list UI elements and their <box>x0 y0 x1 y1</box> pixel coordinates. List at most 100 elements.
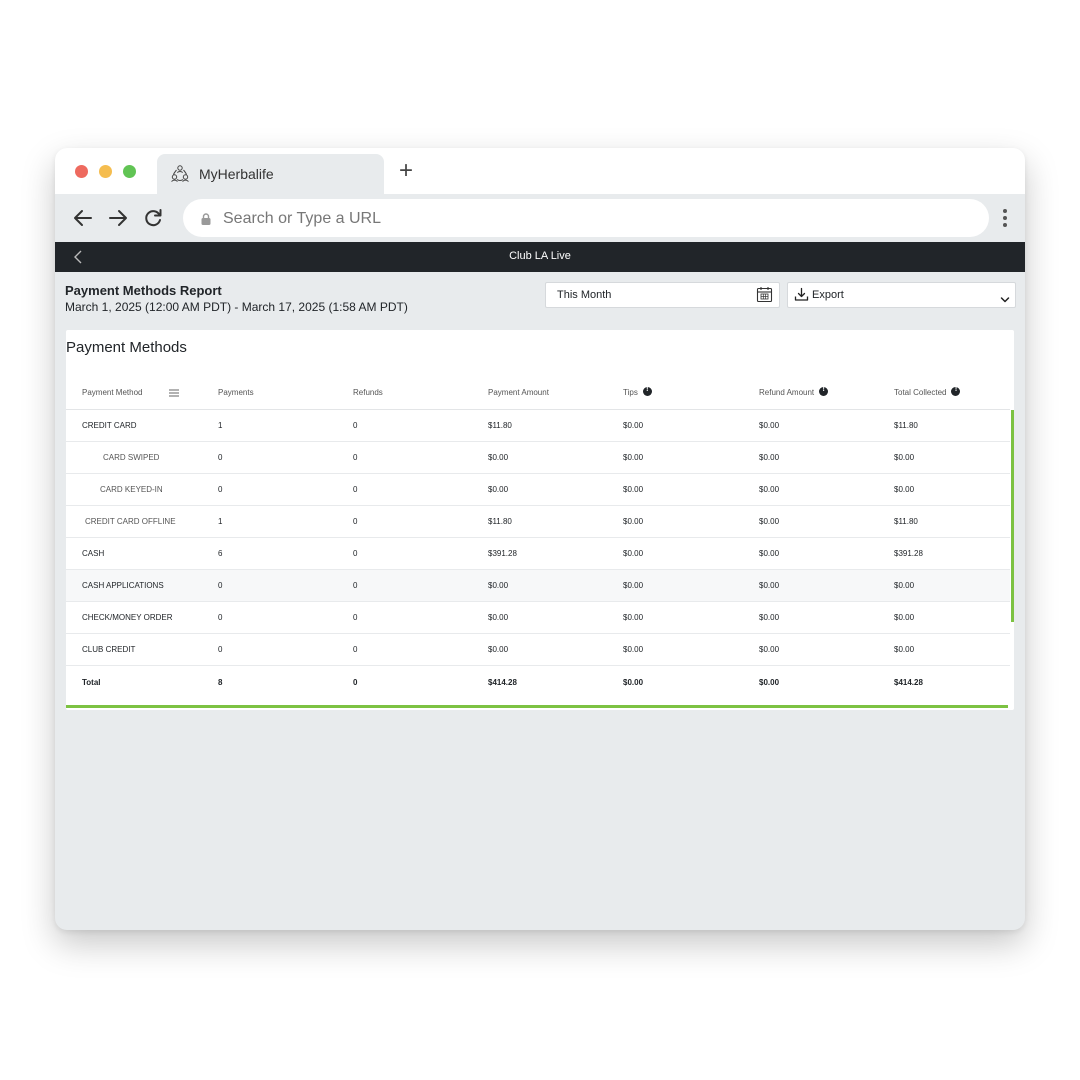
column-header-label: Payment Method <box>82 388 143 397</box>
column-header-payment-method[interactable]: Payment Method <box>66 376 218 410</box>
cell-payments: 0 <box>218 601 353 634</box>
forward-arrow-icon[interactable] <box>106 206 130 230</box>
cell-payment-amount: $11.80 <box>488 505 623 538</box>
table-row: CARD KEYED-IN 0 0 $0.00 $0.00 $0.00 $0.0… <box>66 473 1010 506</box>
payment-methods-table: Payment Method Payments Refunds Payment … <box>66 376 1010 699</box>
app-header: Club LA Live <box>55 242 1025 272</box>
table-row: CHECK/MONEY ORDER 0 0 $0.00 $0.00 $0.00 … <box>66 601 1010 634</box>
column-header-payments[interactable]: Payments <box>218 376 353 410</box>
cell-total: $0.00 <box>894 441 1010 474</box>
cell-method: CREDIT CARD OFFLINE <box>66 505 218 538</box>
browser-window: MyHerbalife + Club LA Live Payment Metho… <box>55 148 1025 930</box>
cell-refund-amount: $0.00 <box>759 569 894 602</box>
reload-icon[interactable] <box>141 206 165 230</box>
close-window-button[interactable] <box>75 165 88 178</box>
cell-payment-amount: $0.00 <box>488 601 623 634</box>
column-header-tips[interactable]: Tips <box>623 376 759 410</box>
calendar-icon[interactable] <box>756 286 773 303</box>
cell-total: $0.00 <box>894 633 1010 666</box>
cell-payment-amount: $11.80 <box>488 409 623 442</box>
export-label: Export <box>812 289 844 301</box>
browser-tab[interactable]: MyHerbalife <box>157 154 384 194</box>
info-icon[interactable] <box>951 386 961 397</box>
cell-method: CARD SWIPED <box>66 441 218 474</box>
column-header-label: Total Collected <box>894 387 947 397</box>
cell-total-tips: $0.00 <box>623 678 644 687</box>
cell-total-payments: 8 <box>218 678 223 687</box>
cell-refunds: 0 <box>353 601 488 634</box>
cell-refund-amount: $0.00 <box>759 505 894 538</box>
cell-payments: 0 <box>218 441 353 474</box>
period-select-value: This Month <box>557 289 612 301</box>
page-title: Payment Methods Report <box>65 283 222 298</box>
back-arrow-icon[interactable] <box>71 206 95 230</box>
column-header-total-collected[interactable]: Total Collected <box>894 376 1010 410</box>
cell-tips: $0.00 <box>623 537 759 570</box>
cell-refunds: 0 <box>353 569 488 602</box>
cell-payments: 0 <box>218 633 353 666</box>
cell-refunds: 0 <box>353 505 488 538</box>
table-row: CASH APPLICATIONS 0 0 $0.00 $0.00 $0.00 … <box>66 569 1010 602</box>
payment-methods-card: Payment Methods Payment Method Payments … <box>66 330 1014 710</box>
cell-payments: 0 <box>218 569 353 602</box>
new-tab-button[interactable]: + <box>399 159 413 183</box>
url-input[interactable] <box>221 207 965 231</box>
cell-refund-amount: $0.00 <box>759 633 894 666</box>
download-icon <box>794 287 809 302</box>
cell-refund-amount: $0.00 <box>759 601 894 634</box>
url-bar[interactable] <box>183 199 989 237</box>
info-icon[interactable] <box>819 386 829 397</box>
herbalife-logo-icon <box>169 162 191 184</box>
cell-total: $391.28 <box>894 537 1010 570</box>
cell-method: CREDIT CARD <box>66 409 218 442</box>
cell-total: $11.80 <box>894 409 1010 442</box>
cell-payment-amount: $0.00 <box>488 569 623 602</box>
cell-refund-amount: $0.00 <box>759 537 894 570</box>
cell-payments: 6 <box>218 537 353 570</box>
cell-method: CLUB CREDIT <box>66 633 218 666</box>
cell-tips: $0.00 <box>623 473 759 506</box>
payment-methods-table-container[interactable]: Payment Method Payments Refunds Payment … <box>66 376 1014 699</box>
cell-payments: 1 <box>218 409 353 442</box>
cell-total-refunds: 0 <box>353 678 358 687</box>
column-menu-icon[interactable] <box>169 389 180 397</box>
table-row: CREDIT CARD OFFLINE 1 0 $11.80 $0.00 $0.… <box>66 505 1010 538</box>
export-dropdown[interactable]: Export <box>787 282 1016 308</box>
column-header-payment-amount[interactable]: Payment Amount <box>488 376 623 410</box>
cell-refund-amount: $0.00 <box>759 441 894 474</box>
cell-tips: $0.00 <box>623 633 759 666</box>
cell-total-collected: $414.28 <box>894 678 923 687</box>
column-header-refund-amount[interactable]: Refund Amount <box>759 376 894 410</box>
tab-title: MyHerbalife <box>199 166 274 182</box>
more-menu-icon[interactable] <box>997 206 1013 230</box>
cell-payment-amount: $0.00 <box>488 441 623 474</box>
cell-payment-amount: $0.00 <box>488 633 623 666</box>
maximize-window-button[interactable] <box>123 165 136 178</box>
cell-refunds: 0 <box>353 441 488 474</box>
cell-refunds: 0 <box>353 537 488 570</box>
cell-total: $0.00 <box>894 601 1010 634</box>
minimize-window-button[interactable] <box>99 165 112 178</box>
cell-total: $11.80 <box>894 505 1010 538</box>
app-header-title: Club LA Live <box>509 250 571 262</box>
cell-payment-amount: $391.28 <box>488 537 623 570</box>
cell-method: CARD KEYED-IN <box>66 473 218 506</box>
total-divider <box>66 705 1008 708</box>
cell-total-refund-amount: $0.00 <box>759 678 780 687</box>
chevron-down-icon <box>1000 291 1010 303</box>
report-date-range: March 1, 2025 (12:00 AM PDT) - March 17,… <box>65 300 408 314</box>
cell-refunds: 0 <box>353 409 488 442</box>
column-header-label: Tips <box>623 387 638 397</box>
cell-total: $0.00 <box>894 473 1010 506</box>
cell-payments: 0 <box>218 473 353 506</box>
table-scrollbar[interactable] <box>1011 410 1014 622</box>
cell-payments: 1 <box>218 505 353 538</box>
cell-tips: $0.00 <box>623 569 759 602</box>
column-header-refunds[interactable]: Refunds <box>353 376 488 410</box>
period-select[interactable]: This Month <box>545 282 780 308</box>
cell-total: $0.00 <box>894 569 1010 602</box>
info-icon[interactable] <box>642 386 652 397</box>
cell-tips: $0.00 <box>623 505 759 538</box>
table-row: CASH 6 0 $391.28 $0.00 $0.00 $391.28 <box>66 537 1010 570</box>
cell-refund-amount: $0.00 <box>759 409 894 442</box>
